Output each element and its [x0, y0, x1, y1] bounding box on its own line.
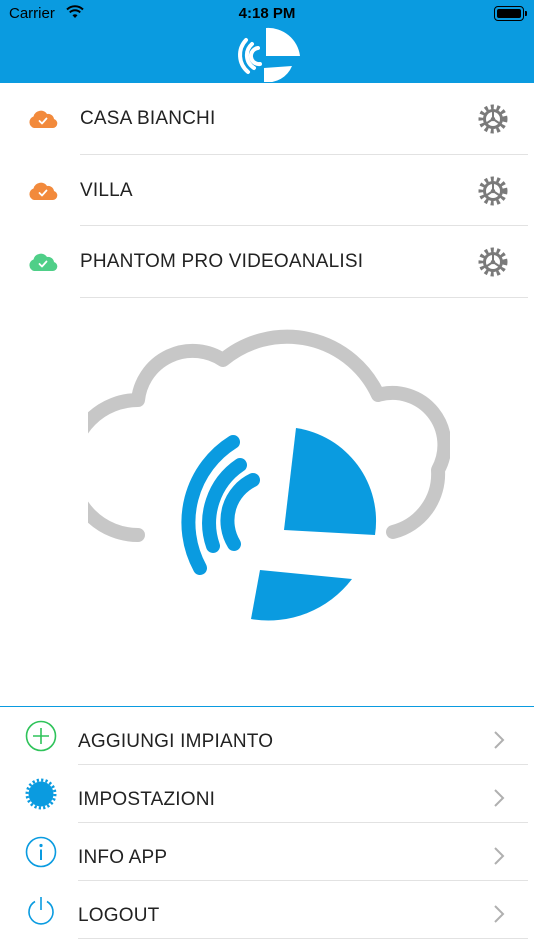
menu-item-logout[interactable]: LOGOUT: [0, 881, 534, 939]
status-bar: Carrier 4:18 PM: [0, 0, 534, 28]
chevron-right-icon: [493, 846, 505, 871]
app-header: Carrier 4:18 PM: [0, 0, 534, 83]
plant-row[interactable]: CASA BIANCHI: [0, 83, 534, 155]
row-divider: [80, 296, 528, 298]
menu-item-settings[interactable]: IMPOSTAZIONI: [0, 765, 534, 823]
cloud-status-icon: [27, 181, 59, 206]
chevron-right-icon: [493, 730, 505, 755]
settings-badge-icon: [25, 778, 57, 815]
bottom-menu: AGGIUNGI IMPIANTO IMPOSTAZIONI INFO APP: [0, 706, 534, 939]
cloud-status-icon: [27, 252, 59, 277]
info-icon: [25, 836, 57, 873]
menu-label: LOGOUT: [78, 905, 160, 926]
status-time: 4:18 PM: [238, 5, 296, 22]
plant-row[interactable]: VILLA: [0, 155, 534, 226]
plant-row[interactable]: PHANTOM PRO VIDEOANALISI: [0, 226, 534, 298]
cloud-logo-icon: [63, 300, 452, 630]
menu-label: INFO APP: [78, 847, 168, 868]
chevron-right-icon: [493, 904, 505, 929]
plant-name: VILLA: [80, 179, 133, 201]
cloud-status-icon: [27, 109, 59, 134]
chevron-right-icon: [493, 788, 505, 813]
gear-icon[interactable]: [478, 247, 508, 282]
plant-list: CASA BIANCHI VILLA PHANTOM PRO VIDEOANAL…: [0, 83, 534, 298]
row-divider: [78, 938, 528, 939]
gear-icon[interactable]: [478, 176, 508, 211]
gear-icon[interactable]: [478, 104, 508, 139]
menu-item-info[interactable]: INFO APP: [0, 823, 534, 881]
menu-label: AGGIUNGI IMPIANTO: [78, 731, 274, 752]
add-circle-icon: [25, 720, 57, 757]
plant-name: CASA BIANCHI: [80, 108, 216, 129]
menu-item-add-plant[interactable]: AGGIUNGI IMPIANTO: [0, 707, 534, 765]
plant-name: PHANTOM PRO VIDEOANALISI: [80, 251, 364, 272]
brand-logo-icon: [232, 26, 302, 87]
battery-icon: [494, 6, 527, 21]
power-icon: [25, 894, 57, 931]
menu-label: IMPOSTAZIONI: [78, 789, 216, 810]
